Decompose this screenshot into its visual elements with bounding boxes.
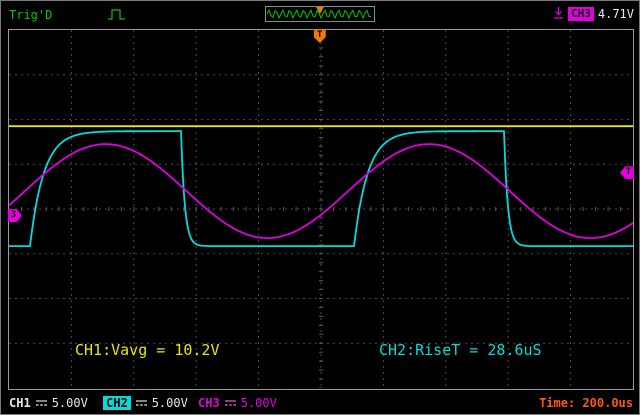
ch1-coupling-icon	[35, 398, 48, 408]
trigger-status: Trig'D	[9, 8, 52, 22]
trigger-source-badge: CH3	[568, 7, 594, 21]
ch3-coupling-icon	[224, 398, 237, 408]
trigger-edge-icon	[553, 6, 564, 21]
ch2-coupling-icon	[135, 398, 148, 408]
record-view	[265, 6, 375, 22]
ch1-label: CH1	[9, 396, 31, 410]
ch1-scale: 5.00V	[52, 396, 88, 410]
ch2-measurement: CH2:RiseT = 28.6uS	[379, 341, 542, 359]
channel-readout-bar: CH1 5.00V CH2 5.00V CH3 5.00V Time: 200.…	[1, 390, 639, 415]
ch1-measurement: CH1:Vavg = 10.2V	[75, 341, 220, 359]
trigger-readout: CH3 4.71V	[553, 6, 634, 21]
ch1-readout: CH1 5.00V	[9, 390, 88, 415]
timebase-readout: Time: 200.0us	[539, 390, 633, 415]
ch2-scale: 5.00V	[152, 396, 188, 410]
status-bar: Trig'D CH3 4.71V	[1, 1, 639, 28]
waveform-display	[9, 30, 633, 388]
ch3-scale: 5.00V	[241, 396, 277, 410]
ch3-label: CH3	[198, 396, 220, 410]
ch3-readout: CH3 5.00V	[198, 390, 277, 415]
ch2-readout: CH2 5.00V	[103, 390, 188, 415]
oscilloscope-screen: Trig'D CH3 4.71V T 3 T CH1:Vavg = 10.2V …	[0, 0, 640, 415]
trigger-level-readout: 4.71V	[598, 7, 634, 21]
pulse-icon	[107, 7, 127, 22]
ch2-label: CH2	[103, 396, 131, 410]
graticule-area: T 3 T CH1:Vavg = 10.2V CH2:RiseT = 28.6u…	[8, 29, 634, 390]
